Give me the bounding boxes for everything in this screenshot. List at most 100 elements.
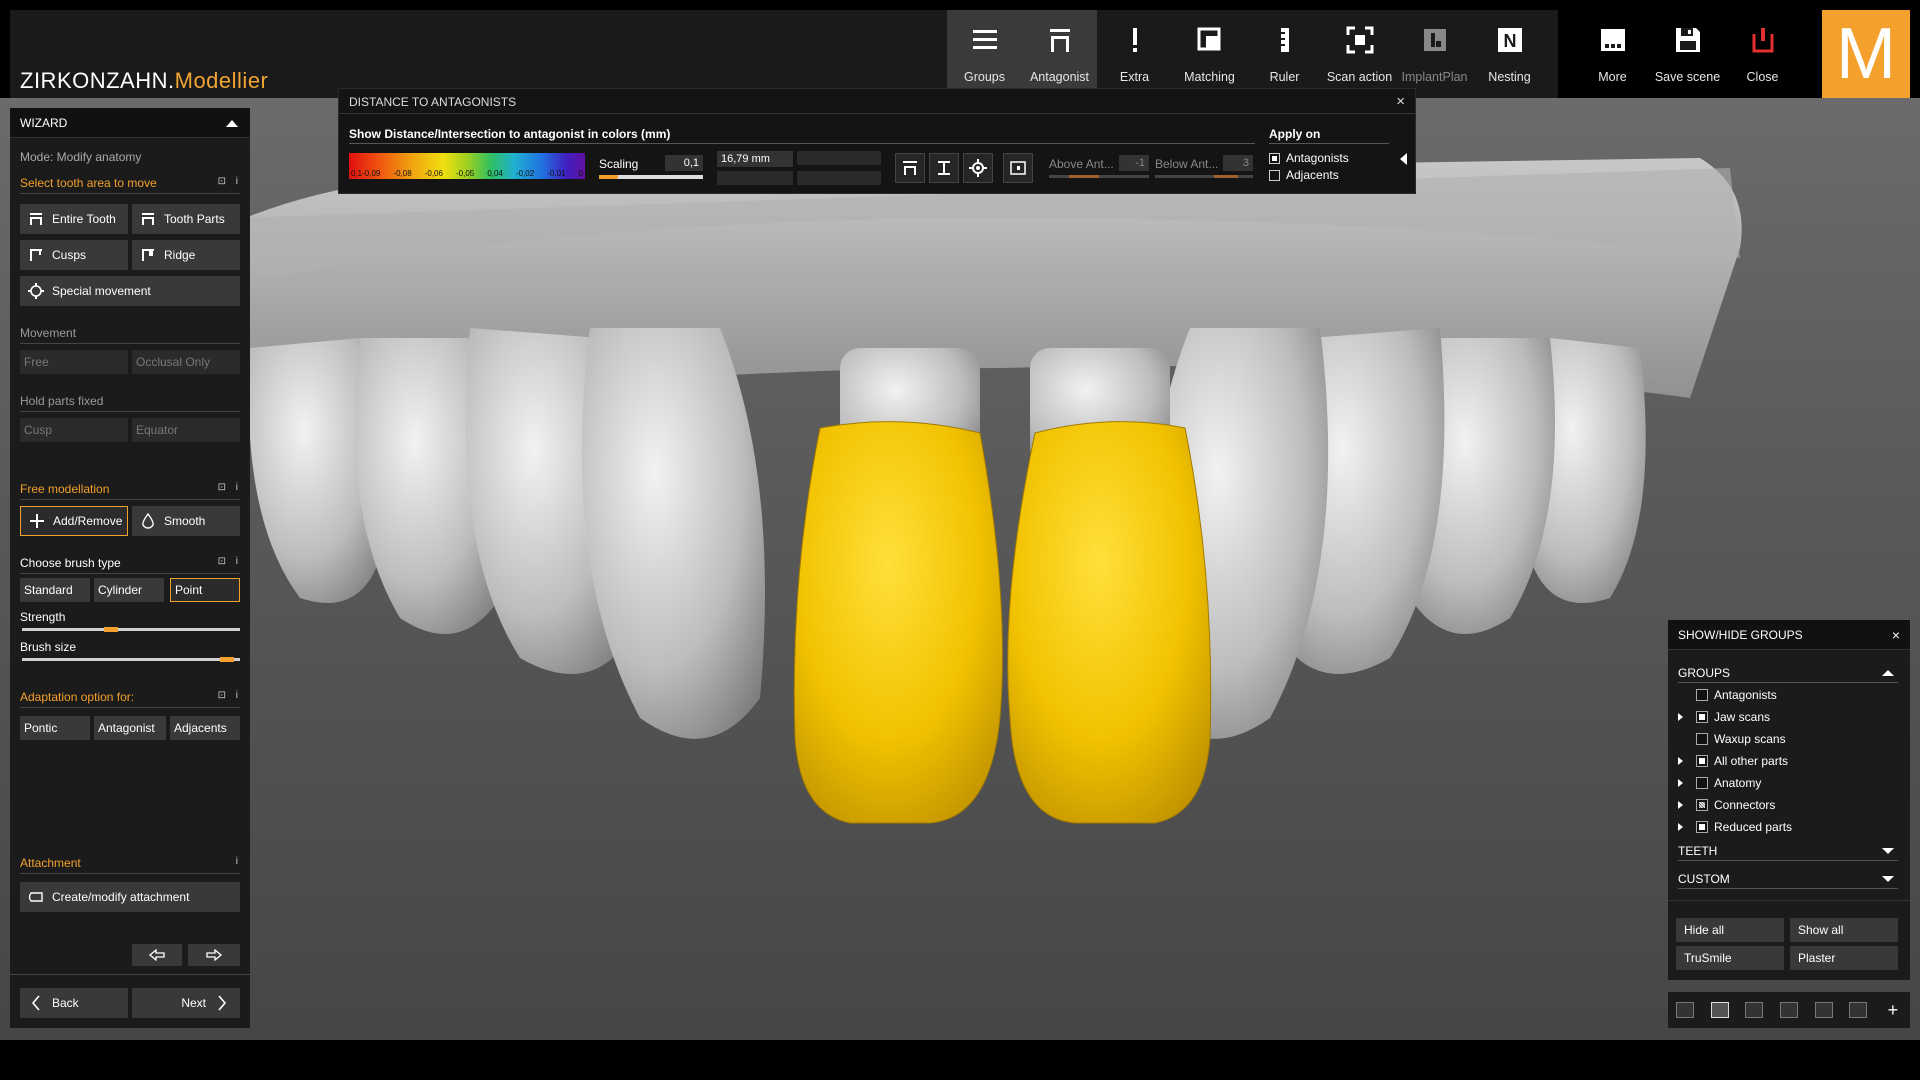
close-button[interactable]: Close — [1725, 10, 1800, 98]
group-checkbox[interactable] — [1696, 755, 1708, 767]
group-checkbox[interactable] — [1696, 821, 1708, 833]
above-antagonist-input[interactable]: -1 — [1119, 155, 1149, 171]
view-front-icon[interactable] — [1676, 1002, 1694, 1018]
expand-arrow-icon[interactable] — [1678, 823, 1692, 831]
expand-arrow-icon[interactable] — [1678, 779, 1692, 787]
view-left-icon[interactable] — [1745, 1002, 1764, 1018]
intersection-button[interactable] — [929, 153, 959, 183]
group-row-all-other-parts[interactable]: All other parts — [1678, 752, 1898, 770]
save-scene-button[interactable]: Save scene — [1650, 10, 1725, 98]
smooth-button[interactable]: Smooth — [132, 506, 240, 536]
create-attachment-button[interactable]: Create/modify attachment — [20, 882, 240, 912]
collapse-icon[interactable] — [226, 120, 238, 127]
expand-icon[interactable] — [1882, 876, 1894, 882]
3d-viewport[interactable] — [0, 98, 1920, 1040]
trusmile-button[interactable]: TruSmile — [1676, 946, 1784, 970]
below-antagonist-slider[interactable] — [1155, 175, 1253, 178]
occlusal-only-button[interactable]: Occlusal Only — [132, 350, 240, 374]
close-icon[interactable]: × — [1396, 93, 1405, 110]
info-icon[interactable]: i — [236, 176, 238, 187]
below-antagonist-input[interactable]: 3 — [1223, 155, 1253, 171]
scaling-input[interactable]: 0,1 — [665, 155, 703, 171]
group-row-waxup-scans[interactable]: Waxup scans — [1678, 730, 1898, 748]
close-icon[interactable]: × — [1892, 620, 1900, 650]
adapt-adjacents-button[interactable]: Adjacents — [170, 716, 240, 740]
view-top-icon[interactable] — [1710, 1002, 1729, 1018]
plaster-button[interactable]: Plaster — [1790, 946, 1898, 970]
group-row-anatomy[interactable]: Anatomy — [1678, 774, 1898, 792]
info-icon[interactable]: i — [236, 482, 238, 493]
equator-button[interactable]: Equator — [132, 418, 240, 442]
collapse-icon[interactable] — [1882, 670, 1894, 676]
undo-button[interactable] — [132, 944, 182, 966]
groups-button[interactable]: Groups — [947, 10, 1022, 98]
brush-point-button[interactable]: Point — [170, 578, 240, 602]
next-button[interactable]: Next — [132, 988, 240, 1018]
strength-slider[interactable] — [22, 627, 240, 632]
view-bottom-icon[interactable] — [1814, 1002, 1833, 1018]
pin-icon[interactable]: ⊡ — [218, 482, 226, 493]
group-row-antagonists[interactable]: Antagonists — [1678, 686, 1898, 704]
brush-standard-button[interactable]: Standard — [20, 578, 90, 602]
frame-button[interactable] — [1003, 153, 1033, 183]
view-right-icon[interactable] — [1779, 1002, 1798, 1018]
brush-size-slider[interactable] — [22, 657, 240, 662]
info-icon[interactable]: i — [236, 856, 238, 867]
apply-adjacents-checkbox[interactable]: Adjacents — [1269, 168, 1339, 182]
pin-icon[interactable]: ⊡ — [218, 176, 226, 187]
extra-button[interactable]: Extra — [1097, 10, 1172, 98]
expand-icon[interactable] — [1882, 848, 1894, 854]
group-row-connectors[interactable]: Connectors — [1678, 796, 1898, 814]
view-back-icon[interactable] — [1849, 1002, 1868, 1018]
scaling-slider[interactable] — [599, 175, 703, 179]
above-antagonist-slider[interactable] — [1049, 175, 1149, 178]
group-checkbox[interactable] — [1696, 777, 1708, 789]
entire-tooth-button[interactable]: Entire Tooth — [20, 204, 128, 234]
collapse-arrow-icon[interactable] — [1400, 153, 1407, 165]
expand-arrow-icon[interactable] — [1678, 713, 1692, 721]
scan-action-button[interactable]: Scan action — [1322, 10, 1397, 98]
apply-antagonists-checkbox[interactable]: Antagonists — [1269, 151, 1349, 165]
groups-section-header[interactable]: GROUPS — [1678, 666, 1898, 683]
brush-cylinder-button[interactable]: Cylinder — [94, 578, 164, 602]
teeth-section-header[interactable]: TEETH — [1678, 844, 1898, 861]
back-button[interactable]: Back — [20, 988, 128, 1018]
group-checkbox[interactable] — [1696, 711, 1708, 723]
wizard-header[interactable]: WIZARD — [10, 108, 250, 138]
add-remove-button[interactable]: Add/Remove — [20, 506, 128, 536]
adapt-antagonist-button[interactable]: Antagonist — [94, 716, 166, 740]
more-button[interactable]: More — [1575, 10, 1650, 98]
group-checkbox[interactable] — [1696, 733, 1708, 745]
expand-arrow-icon[interactable] — [1678, 757, 1692, 765]
redo-button[interactable] — [188, 944, 240, 966]
show-all-button[interactable]: Show all — [1790, 918, 1898, 942]
special-movement-button[interactable]: Special movement — [20, 276, 240, 306]
matching-button[interactable]: Matching — [1172, 10, 1247, 98]
custom-section-header[interactable]: CUSTOM — [1678, 872, 1898, 889]
expand-arrow-icon[interactable] — [1678, 801, 1692, 809]
ridge-button[interactable]: Ridge — [132, 240, 240, 270]
cusp-button[interactable]: Cusp — [20, 418, 128, 442]
group-row-jaw-scans[interactable]: Jaw scans — [1678, 708, 1898, 726]
adapt-pontic-button[interactable]: Pontic — [20, 716, 90, 740]
pin-icon[interactable]: ⊡ — [218, 556, 226, 567]
settings-button[interactable] — [963, 153, 993, 183]
add-view-icon[interactable]: + — [1884, 1001, 1902, 1019]
group-row-reduced-parts[interactable]: Reduced parts — [1678, 818, 1898, 836]
antagonist-view-button[interactable] — [895, 153, 925, 183]
antagonist-button[interactable]: Antagonist — [1022, 10, 1097, 98]
info-icon[interactable]: i — [236, 690, 238, 701]
tooth-parts-button[interactable]: Tooth Parts — [132, 204, 240, 234]
cusps-button[interactable]: Cusps — [20, 240, 128, 270]
nesting-button[interactable]: N Nesting — [1472, 10, 1547, 98]
save-icon — [1672, 24, 1704, 56]
dental-model-render[interactable] — [0, 98, 1920, 1040]
ruler-button[interactable]: Ruler — [1247, 10, 1322, 98]
pin-icon[interactable]: ⊡ — [218, 690, 226, 701]
group-checkbox[interactable] — [1696, 689, 1708, 701]
info-icon[interactable]: i — [236, 556, 238, 567]
free-button[interactable]: Free — [20, 350, 128, 374]
implantplan-button[interactable]: ImplantPlan — [1397, 10, 1472, 98]
group-checkbox[interactable] — [1696, 799, 1708, 811]
hide-all-button[interactable]: Hide all — [1676, 918, 1784, 942]
